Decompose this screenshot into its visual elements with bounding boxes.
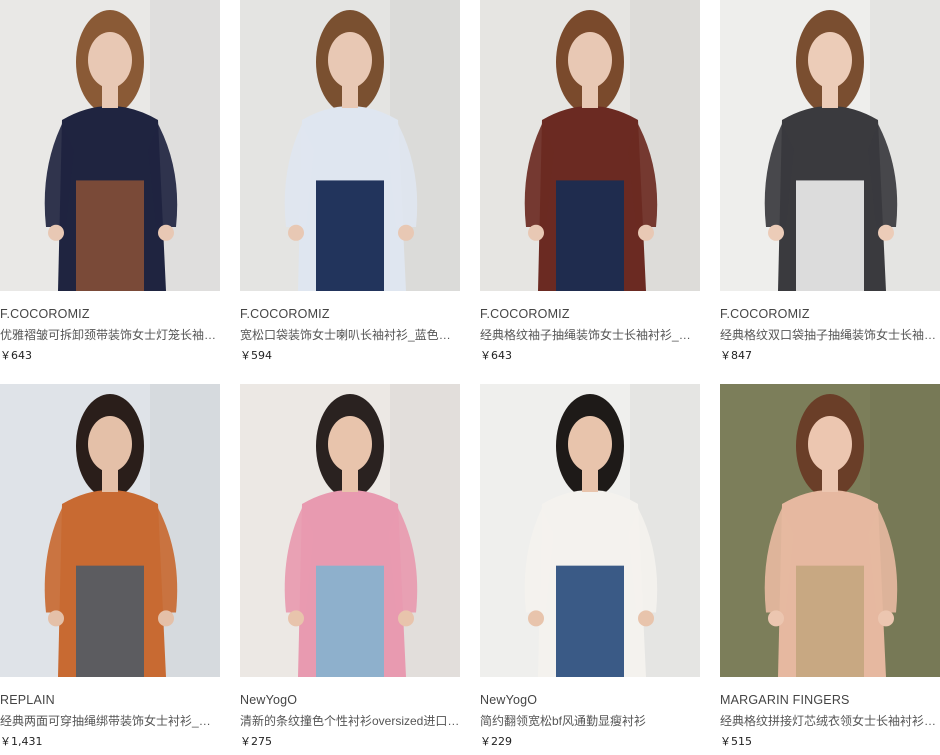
- product-image[interactable]: [240, 0, 460, 291]
- product-image[interactable]: [240, 384, 460, 677]
- product-image[interactable]: [480, 384, 700, 677]
- model-blue-striped-shirt-photo: [240, 0, 460, 291]
- product-title[interactable]: 清新的条纹撞色个性衬衫oversized进口…: [240, 712, 460, 729]
- product-title[interactable]: 优雅褶皱可拆卸颈带装饰女士灯笼长袖…: [0, 326, 220, 343]
- product-image[interactable]: [720, 384, 940, 677]
- product-card[interactable]: F.COCOROMIZ 优雅褶皱可拆卸颈带装饰女士灯笼长袖… ￥643: [0, 0, 220, 363]
- product-price: ￥229: [480, 735, 512, 748]
- product-card[interactable]: REPLAIN 经典两面可穿抽绳绑带装饰女士衬衫_红… ￥1,431: [0, 384, 220, 749]
- model-orange-blouse-back-photo: [0, 384, 220, 677]
- model-black-white-plaid-shirt-photo: [720, 0, 940, 291]
- product-card[interactable]: NewYogO 清新的条纹撞色个性衬衫oversized进口… ￥275: [240, 384, 460, 749]
- product-price: ￥643: [0, 349, 32, 362]
- product-price: ￥847: [720, 349, 752, 362]
- product-brand[interactable]: NewYogO: [480, 693, 700, 707]
- product-brand[interactable]: REPLAIN: [0, 693, 220, 707]
- product-title[interactable]: 经典格纹袖子抽绳装饰女士长袖衬衫_棕…: [480, 326, 700, 343]
- product-card[interactable]: F.COCOROMIZ 宽松口袋装饰女士喇叭长袖衬衫_蓝色条… ￥594: [240, 0, 460, 363]
- product-title[interactable]: 经典两面可穿抽绳绑带装饰女士衬衫_红…: [0, 712, 220, 729]
- product-title[interactable]: 经典格纹双口袋抽子抽绳装饰女士长袖…: [720, 326, 940, 343]
- product-price: ￥643: [480, 349, 512, 362]
- model-rust-plaid-corduroy-collar-photo: [720, 384, 940, 677]
- product-brand[interactable]: F.COCOROMIZ: [240, 307, 460, 321]
- product-brand[interactable]: NewYogO: [240, 693, 460, 707]
- product-image[interactable]: [480, 0, 700, 291]
- product-price: ￥594: [240, 349, 272, 362]
- product-image[interactable]: [0, 384, 220, 677]
- product-card[interactable]: MARGARIN FINGERS 经典格纹拼接灯芯绒衣领女士长袖衬衫… ￥515: [720, 384, 940, 749]
- product-brand[interactable]: F.COCOROMIZ: [0, 307, 220, 321]
- product-card[interactable]: F.COCOROMIZ 经典格纹袖子抽绳装饰女士长袖衬衫_棕… ￥643: [480, 0, 700, 363]
- model-pink-striped-shirt-photo: [240, 384, 460, 677]
- product-title[interactable]: 简约翻领宽松bf风通勤显瘦衬衫: [480, 712, 700, 729]
- product-card[interactable]: NewYogO 简约翻领宽松bf风通勤显瘦衬衫 ￥229: [480, 384, 700, 749]
- product-title[interactable]: 宽松口袋装饰女士喇叭长袖衬衫_蓝色条…: [240, 326, 460, 343]
- product-image[interactable]: [0, 0, 220, 291]
- product-card[interactable]: F.COCOROMIZ 经典格纹双口袋抽子抽绳装饰女士长袖… ￥847: [720, 0, 940, 363]
- product-price: ￥1,431: [0, 735, 43, 748]
- product-brand[interactable]: MARGARIN FINGERS: [720, 693, 940, 707]
- product-grid: F.COCOROMIZ 优雅褶皱可拆卸颈带装饰女士灯笼长袖… ￥643 F.COCOR…: [0, 0, 940, 755]
- product-brand[interactable]: F.COCOROMIZ: [720, 307, 940, 321]
- model-navy-tie-neck-blouse-photo: [0, 0, 220, 291]
- product-price: ￥275: [240, 735, 272, 748]
- product-price: ￥515: [720, 735, 752, 748]
- product-image[interactable]: [720, 0, 940, 291]
- product-brand[interactable]: F.COCOROMIZ: [480, 307, 700, 321]
- model-brown-plaid-shirt-photo: [480, 0, 700, 291]
- model-white-satin-shirt-photo: [480, 384, 700, 677]
- product-title[interactable]: 经典格纹拼接灯芯绒衣领女士长袖衬衫…: [720, 712, 940, 729]
